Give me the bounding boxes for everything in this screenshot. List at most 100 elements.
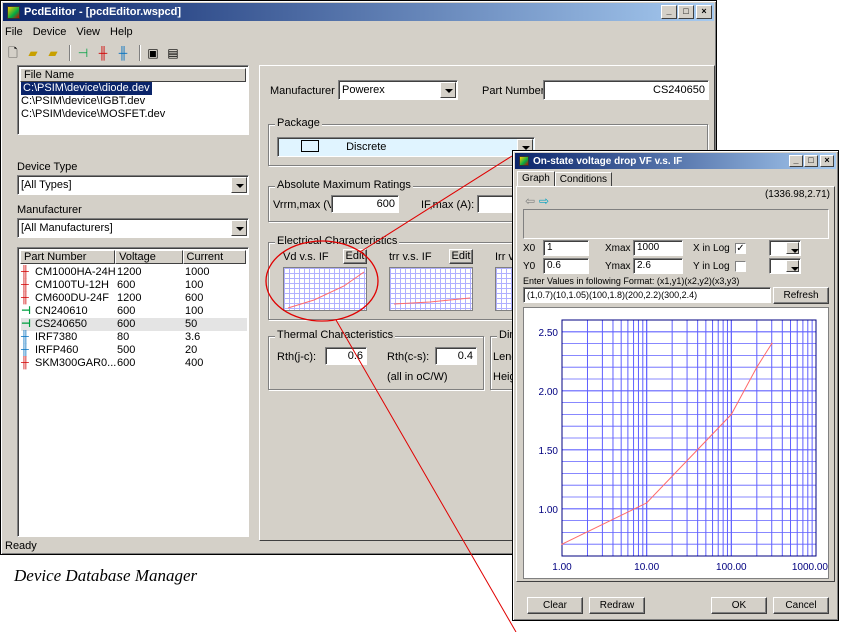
- data-point: [756, 366, 758, 368]
- current-cell: 400: [185, 357, 204, 369]
- vd-edit-button[interactable]: Edit: [343, 249, 367, 264]
- current-cell: 600: [185, 292, 204, 304]
- info-box: [523, 209, 829, 239]
- part-number-cell: CM100TU-12H: [35, 279, 109, 291]
- current-cell: 100: [185, 305, 204, 317]
- voltage-cell: 80: [117, 331, 130, 343]
- chevron-down-icon[interactable]: [231, 177, 247, 193]
- tab-graph[interactable]: Graph: [517, 171, 555, 187]
- main-title-bar[interactable]: PcdEditor - [pcdEditor.wspcd] _ □ ×: [3, 3, 714, 21]
- maximize-button[interactable]: □: [678, 5, 694, 19]
- save-all-icon[interactable]: ▤: [165, 45, 181, 61]
- voltage-cell: 600: [117, 305, 136, 317]
- figure-caption: Device Database Manager: [14, 566, 198, 585]
- table-row[interactable]: ╫ CM100TU-12H 600 100: [21, 279, 247, 292]
- add-igbt-icon[interactable]: ╫: [95, 45, 111, 61]
- close-button[interactable]: ×: [696, 5, 712, 19]
- format-hint: Enter Values in following Format: (x1,y1…: [523, 276, 740, 286]
- cursor-coordinates: (1336.98,2.71): [764, 189, 830, 200]
- open-folder-icon[interactable]: ▰: [25, 45, 41, 61]
- save-icon[interactable]: ▣: [145, 45, 161, 61]
- x-options-combo[interactable]: [769, 240, 801, 256]
- table-row[interactable]: ╫ CM1000HA-24H1200 1000: [21, 266, 247, 279]
- ylog-checkbox[interactable]: [735, 261, 746, 272]
- vd-thumbnail[interactable]: [283, 267, 367, 311]
- values-field[interactable]: (1,0.7)(10,1.05)(100,1.8)(200,2.2)(300,2…: [523, 287, 771, 303]
- file-name-header[interactable]: File Name: [20, 68, 246, 82]
- diode-icon: ⊣: [21, 318, 32, 330]
- ylog-label: Y in Log: [693, 261, 730, 272]
- x-tick-label: 1000.00: [792, 562, 829, 573]
- vrrm-field[interactable]: 600: [331, 195, 399, 213]
- minimize-button[interactable]: _: [661, 5, 677, 19]
- part-number-cell: CM1000HA-24H: [35, 266, 116, 278]
- manufacturer-filter-combo[interactable]: [All Manufacturers]: [17, 218, 249, 238]
- back-arrow-icon[interactable]: ⇦: [525, 195, 539, 207]
- trr-edit-button[interactable]: Edit: [449, 249, 473, 264]
- igbt-icon: ╫: [21, 292, 29, 304]
- menu-view[interactable]: View: [76, 26, 100, 38]
- mosfet-icon: ╫: [21, 344, 29, 356]
- y-options-combo[interactable]: [769, 258, 801, 274]
- x-tick-label: 100.00: [716, 562, 747, 573]
- current-header[interactable]: Current: [182, 250, 246, 264]
- igbt-icon: ╫: [21, 279, 29, 291]
- forward-arrow-icon[interactable]: ⇨: [539, 195, 553, 207]
- open-folder-2-icon[interactable]: ▰: [45, 45, 61, 61]
- table-row[interactable]: ╫ SKM300GAR0...600 400: [21, 357, 247, 370]
- table-row[interactable]: ⊣ CN240610 600 100: [21, 305, 247, 318]
- part-number-cell: IRF7380: [35, 331, 78, 343]
- voltage-cell: 1200: [117, 292, 142, 304]
- graph-title-bar[interactable]: On-state voltage drop VF v.s. IF _ □ ×: [515, 153, 836, 169]
- thermal-group: Thermal Characteristics Rth(j-c): 0.6 Rt…: [268, 329, 484, 390]
- file-item[interactable]: C:\PSIM\device\MOSFET.dev: [21, 108, 165, 121]
- new-file-icon[interactable]: 🗋: [5, 45, 21, 61]
- table-row[interactable]: ╫ IRFP460 500 20: [21, 344, 247, 357]
- vf-if-chart[interactable]: 1.00 1.50 2.00 2.50 1.00 10.00 100.00 1000.00: [523, 307, 829, 579]
- ymax-field[interactable]: 2.6: [633, 258, 683, 274]
- parts-list[interactable]: Part Number Voltage Current ╫ CM1000HA-24…: [17, 247, 249, 537]
- current-cell: 1000: [185, 266, 210, 278]
- menu-device[interactable]: Device: [33, 26, 67, 38]
- x0-field[interactable]: 1: [543, 240, 589, 256]
- chevron-down-icon[interactable]: [231, 220, 247, 236]
- cancel-button[interactable]: Cancel: [773, 597, 829, 614]
- part-number-field[interactable]: CS240650: [543, 80, 709, 100]
- clear-button[interactable]: Clear: [527, 597, 583, 614]
- chevron-down-icon[interactable]: [786, 260, 799, 272]
- device-type-combo[interactable]: [All Types]: [17, 175, 249, 195]
- voltage-header[interactable]: Voltage: [115, 250, 183, 264]
- rthjc-field[interactable]: 0.6: [325, 347, 367, 365]
- add-diode-icon[interactable]: ⊣: [75, 45, 91, 61]
- menu-help[interactable]: Help: [110, 26, 133, 38]
- xlog-checkbox[interactable]: ✓: [735, 243, 746, 254]
- manufacturer-combo[interactable]: Powerex: [338, 80, 458, 100]
- table-row[interactable]: ╫ CM600DU-24F 1200 600: [21, 292, 247, 305]
- rthcs-field[interactable]: 0.4: [435, 347, 477, 365]
- xmax-field[interactable]: 1000: [633, 240, 683, 256]
- trr-thumbnail[interactable]: [389, 267, 473, 311]
- add-mosfet-icon[interactable]: ╫: [115, 45, 131, 61]
- part-number-header[interactable]: Part Number: [20, 250, 116, 264]
- redraw-button[interactable]: Redraw: [589, 597, 645, 614]
- file-item[interactable]: C:\PSIM\device\diode.dev: [21, 82, 152, 95]
- ok-button[interactable]: OK: [711, 597, 767, 614]
- xlog-label: X in Log: [693, 243, 730, 254]
- y0-field[interactable]: 0.6: [543, 258, 589, 274]
- file-item[interactable]: C:\PSIM\device\IGBT.dev: [21, 95, 145, 108]
- manufacturer-filter-value: [All Manufacturers]: [21, 222, 113, 234]
- refresh-button[interactable]: Refresh: [773, 287, 829, 304]
- table-row[interactable]: ⊣ CS240650 600 50: [21, 318, 247, 331]
- chevron-down-icon[interactable]: [786, 242, 799, 254]
- x-tick-label: 10.00: [634, 562, 659, 573]
- graph-minimize-button[interactable]: _: [789, 155, 803, 167]
- table-row[interactable]: ╫ IRF7380 80 3.6: [21, 331, 247, 344]
- graph-close-button[interactable]: ×: [820, 155, 834, 167]
- tab-conditions[interactable]: Conditions: [554, 172, 613, 187]
- file-list[interactable]: File Name C:\PSIM\device\diode.dev C:\PS…: [17, 65, 249, 135]
- chevron-down-icon[interactable]: [440, 82, 456, 98]
- package-combo[interactable]: Discrete: [277, 137, 535, 157]
- graph-maximize-button[interactable]: □: [804, 155, 818, 167]
- menu-file[interactable]: File: [5, 26, 23, 38]
- device-type-label: Device Type: [17, 161, 78, 173]
